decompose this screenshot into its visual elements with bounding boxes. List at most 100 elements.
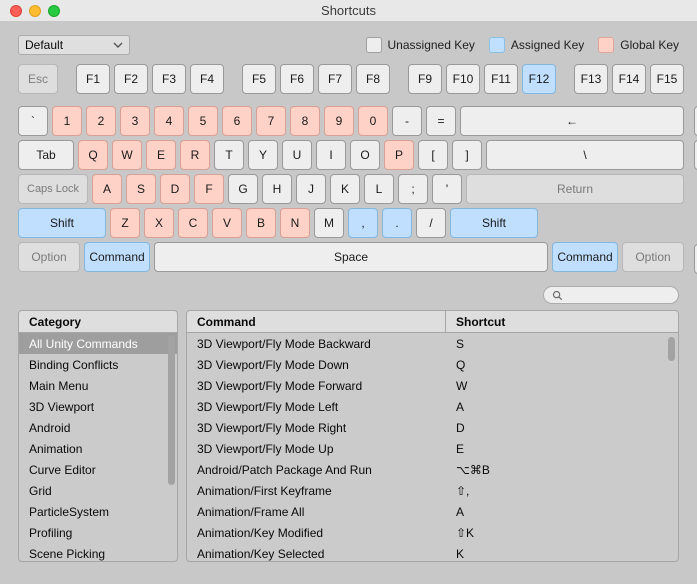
key-J[interactable]: J [296, 174, 326, 204]
key-f10[interactable]: F10 [446, 64, 480, 94]
key-B[interactable]: B [246, 208, 276, 238]
key--[interactable]: - [392, 106, 422, 136]
key-left-option[interactable]: Option [18, 242, 80, 272]
key-capslock[interactable]: Caps Lock [18, 174, 88, 204]
profile-dropdown[interactable]: Default [18, 35, 130, 55]
category-list[interactable]: All Unity CommandsBinding ConflictsMain … [19, 333, 177, 561]
key-R[interactable]: R [180, 140, 210, 170]
category-item[interactable]: Main Menu [19, 375, 177, 396]
key-S[interactable]: S [126, 174, 156, 204]
key-V[interactable]: V [212, 208, 242, 238]
key-O[interactable]: O [350, 140, 380, 170]
key-f5[interactable]: F5 [242, 64, 276, 94]
key-M[interactable]: M [314, 208, 344, 238]
key-8[interactable]: 8 [290, 106, 320, 136]
category-item[interactable]: Scene Picking [19, 543, 177, 561]
key-7[interactable]: 7 [256, 106, 286, 136]
command-row[interactable]: Animation/Key Modified⇧K [187, 522, 678, 543]
key-Q[interactable]: Q [78, 140, 108, 170]
key-Y[interactable]: Y [248, 140, 278, 170]
key-tab[interactable]: Tab [18, 140, 74, 170]
key-L[interactable]: L [364, 174, 394, 204]
command-row[interactable]: Android/Patch Package And Run⌥⌘B [187, 459, 678, 480]
command-header-command[interactable]: Command [187, 311, 446, 332]
command-row[interactable]: 3D Viewport/Fly Mode ForwardW [187, 375, 678, 396]
key-f3[interactable]: F3 [152, 64, 186, 94]
category-item[interactable]: Animation [19, 438, 177, 459]
key-f14[interactable]: F14 [612, 64, 646, 94]
key-/[interactable]: / [416, 208, 446, 238]
key-right-command[interactable]: Command [552, 242, 618, 272]
command-row[interactable]: Animation/First Keyframe⇧, [187, 480, 678, 501]
key-left-command[interactable]: Command [84, 242, 150, 272]
key-f4[interactable]: F4 [190, 64, 224, 94]
key-f9[interactable]: F9 [408, 64, 442, 94]
command-row[interactable]: Animation/Frame AllA [187, 501, 678, 522]
search-input[interactable] [543, 286, 679, 304]
key-'[interactable]: ' [432, 174, 462, 204]
category-item[interactable]: All Unity Commands [19, 333, 177, 354]
key-f15[interactable]: F15 [650, 64, 684, 94]
key-X[interactable]: X [144, 208, 174, 238]
category-item[interactable]: ParticleSystem [19, 501, 177, 522]
command-list[interactable]: 3D Viewport/Fly Mode BackwardS3D Viewpor… [187, 333, 678, 561]
key-D[interactable]: D [160, 174, 190, 204]
key-f1[interactable]: F1 [76, 64, 110, 94]
category-item[interactable]: Binding Conflicts [19, 354, 177, 375]
key-A[interactable]: A [92, 174, 122, 204]
key-N[interactable]: N [280, 208, 310, 238]
key-9[interactable]: 9 [324, 106, 354, 136]
category-item[interactable]: Grid [19, 480, 177, 501]
key-esc[interactable]: Esc [18, 64, 58, 94]
command-row[interactable]: Animation/Key SelectedK [187, 543, 678, 561]
command-scrollbar-thumb[interactable] [668, 337, 675, 361]
key-space[interactable]: Space [154, 242, 548, 272]
close-window-button[interactable] [10, 5, 22, 17]
key-U[interactable]: U [282, 140, 312, 170]
key-right-option[interactable]: Option [622, 242, 684, 272]
key-5[interactable]: 5 [188, 106, 218, 136]
category-item[interactable]: Android [19, 417, 177, 438]
category-item[interactable]: Profiling [19, 522, 177, 543]
command-row[interactable]: 3D Viewport/Fly Mode BackwardS [187, 333, 678, 354]
key-,[interactable]: , [348, 208, 378, 238]
key-C[interactable]: C [178, 208, 208, 238]
key-3[interactable]: 3 [120, 106, 150, 136]
key-Z[interactable]: Z [110, 208, 140, 238]
key-1[interactable]: 1 [52, 106, 82, 136]
command-row[interactable]: 3D Viewport/Fly Mode RightD [187, 417, 678, 438]
key-4[interactable]: 4 [154, 106, 184, 136]
command-row[interactable]: 3D Viewport/Fly Mode LeftA [187, 396, 678, 417]
key-G[interactable]: G [228, 174, 258, 204]
key-H[interactable]: H [262, 174, 292, 204]
key-K[interactable]: K [330, 174, 360, 204]
key-F[interactable]: F [194, 174, 224, 204]
key-right-shift[interactable]: Shift [450, 208, 538, 238]
command-header-shortcut[interactable]: Shortcut [446, 315, 678, 329]
key-f13[interactable]: F13 [574, 64, 608, 94]
key-return[interactable]: Return [466, 174, 684, 204]
category-scrollbar-thumb[interactable] [168, 335, 175, 485]
command-row[interactable]: 3D Viewport/Fly Mode UpE [187, 438, 678, 459]
key-W[interactable]: W [112, 140, 142, 170]
minimize-window-button[interactable] [29, 5, 41, 17]
key-=[interactable]: = [426, 106, 456, 136]
key-0[interactable]: 0 [358, 106, 388, 136]
key-backslash[interactable]: \ [486, 140, 684, 170]
category-item[interactable]: 3D Viewport [19, 396, 177, 417]
key-6[interactable]: 6 [222, 106, 252, 136]
key-T[interactable]: T [214, 140, 244, 170]
key-f7[interactable]: F7 [318, 64, 352, 94]
category-item[interactable]: Curve Editor [19, 459, 177, 480]
zoom-window-button[interactable] [48, 5, 60, 17]
key-`[interactable]: ` [18, 106, 48, 136]
key-[[interactable]: [ [418, 140, 448, 170]
key-2[interactable]: 2 [86, 106, 116, 136]
key-E[interactable]: E [146, 140, 176, 170]
key-f12[interactable]: F12 [522, 64, 556, 94]
command-row[interactable]: 3D Viewport/Fly Mode DownQ [187, 354, 678, 375]
key-f2[interactable]: F2 [114, 64, 148, 94]
key-I[interactable]: I [316, 140, 346, 170]
key-f8[interactable]: F8 [356, 64, 390, 94]
key-left-shift[interactable]: Shift [18, 208, 106, 238]
